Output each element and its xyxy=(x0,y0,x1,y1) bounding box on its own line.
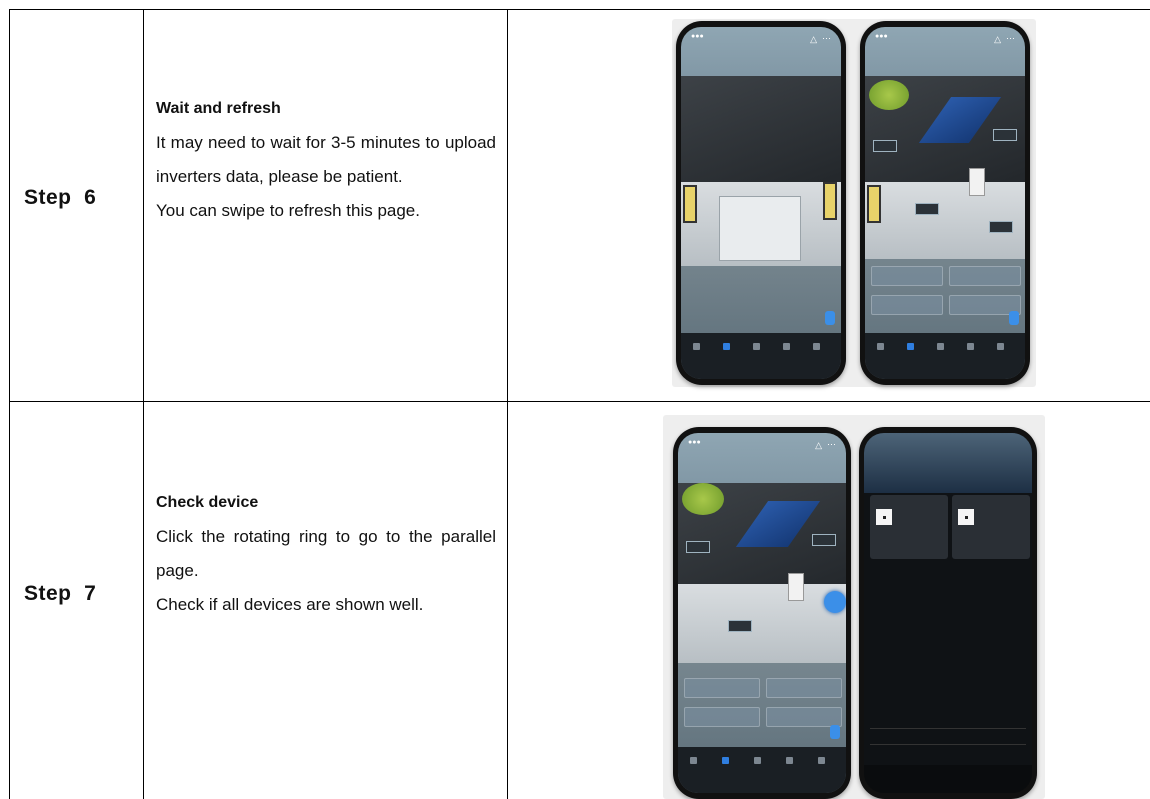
garage-door xyxy=(719,195,801,262)
summary-row xyxy=(870,744,1026,757)
stat-panel xyxy=(871,266,943,287)
table-divider-1 xyxy=(143,9,144,799)
step-title: Wait and refresh xyxy=(156,100,281,117)
refresh-fab-icon[interactable] xyxy=(830,725,840,739)
house-roof xyxy=(681,76,841,182)
nav-item-icon[interactable] xyxy=(997,343,1004,350)
nav-item-icon[interactable] xyxy=(967,343,974,350)
bottom-nav xyxy=(865,333,1025,379)
step-label: Step 7 xyxy=(24,582,97,605)
phone-mockup: ●●● △ ⋯ xyxy=(673,427,851,799)
app-screenshot: ●●● △ ⋯ xyxy=(672,19,1036,387)
power-label xyxy=(728,620,752,633)
app-top-bar: ●●● xyxy=(691,33,704,40)
parallel-page-screen xyxy=(864,433,1032,793)
stat-panel xyxy=(766,706,842,727)
nav-item-icon[interactable] xyxy=(818,757,825,764)
phone-screen: ●●● △ ⋯ xyxy=(678,433,846,793)
app-screenshot: ●●● △ ⋯ xyxy=(663,415,1045,799)
inverter-unit xyxy=(969,167,985,196)
power-label xyxy=(812,533,836,546)
stat-panel xyxy=(684,706,760,727)
nav-item-icon[interactable] xyxy=(690,757,697,764)
tree xyxy=(869,79,909,110)
bottom-nav xyxy=(678,747,846,793)
bottom-nav xyxy=(864,765,1032,793)
refresh-fab-icon[interactable] xyxy=(1009,311,1019,325)
step-description: Check device Click the rotating ring to … xyxy=(156,486,496,622)
stat-panel xyxy=(766,677,842,698)
power-label xyxy=(989,220,1013,233)
stat-panel xyxy=(871,294,943,315)
house-wall xyxy=(678,584,846,664)
bottom-nav xyxy=(681,333,841,379)
nav-item-icon[interactable] xyxy=(937,343,944,350)
phone-screen: ●●● △ ⋯ xyxy=(681,27,841,379)
nav-item-icon[interactable] xyxy=(693,343,700,350)
app-top-bar: ●●● xyxy=(875,33,888,40)
nav-item-icon[interactable] xyxy=(722,757,729,764)
nav-item-icon[interactable] xyxy=(753,343,760,350)
phone-mockup: ●●● △ ⋯ xyxy=(860,21,1030,385)
phone-screen: ●●● △ ⋯ xyxy=(865,27,1025,379)
bell-icon[interactable]: △ xyxy=(810,34,817,45)
table-border-left xyxy=(9,9,10,799)
stat-panel xyxy=(949,266,1021,287)
step-title: Check device xyxy=(156,494,259,511)
more-icon[interactable]: ⋯ xyxy=(822,33,831,44)
parallel-header xyxy=(864,433,1032,493)
nav-item-icon[interactable] xyxy=(877,343,884,350)
table-border-middle xyxy=(9,401,1150,402)
bell-icon[interactable]: △ xyxy=(815,440,822,451)
nav-item-icon[interactable] xyxy=(786,757,793,764)
nav-item-icon[interactable] xyxy=(783,343,790,350)
step-text: Click the rotating ring to go to the par… xyxy=(156,527,496,580)
house-window xyxy=(867,185,881,224)
more-icon[interactable]: ⋯ xyxy=(827,439,836,450)
house-window xyxy=(683,185,697,224)
phone-mockup: ●●● △ ⋯ xyxy=(676,21,846,385)
power-label xyxy=(686,541,710,553)
phone-mockup xyxy=(859,427,1037,799)
nav-item-icon[interactable] xyxy=(723,343,730,350)
summary-row xyxy=(870,728,1026,741)
bell-icon[interactable]: △ xyxy=(994,34,1001,45)
house-window xyxy=(823,181,837,220)
step-text: You can swipe to refresh this page. xyxy=(156,201,420,220)
table-divider-2 xyxy=(507,9,508,799)
power-label xyxy=(993,129,1017,142)
nav-item-icon[interactable] xyxy=(907,343,914,350)
refresh-fab-icon[interactable] xyxy=(825,311,835,325)
device-card[interactable] xyxy=(952,495,1030,559)
step-description: Wait and refresh It may need to wait for… xyxy=(156,92,496,228)
device-icon xyxy=(958,509,974,525)
step-label: Step 6 xyxy=(24,186,97,209)
nav-item-icon[interactable] xyxy=(813,343,820,350)
more-icon[interactable]: ⋯ xyxy=(1006,33,1015,44)
power-label xyxy=(915,203,939,215)
step-text: Check if all devices are shown well. xyxy=(156,595,424,614)
nav-item-icon[interactable] xyxy=(754,757,761,764)
instruction-table: Step 6 Wait and refresh It may need to w… xyxy=(0,0,1150,799)
table-border-top xyxy=(9,9,1150,10)
step-text: It may need to wait for 3-5 minutes to u… xyxy=(156,133,496,186)
inverter-unit xyxy=(788,573,804,602)
power-label xyxy=(873,139,897,152)
device-card[interactable] xyxy=(870,495,948,559)
device-icon xyxy=(876,509,892,525)
stat-panel xyxy=(684,677,760,698)
